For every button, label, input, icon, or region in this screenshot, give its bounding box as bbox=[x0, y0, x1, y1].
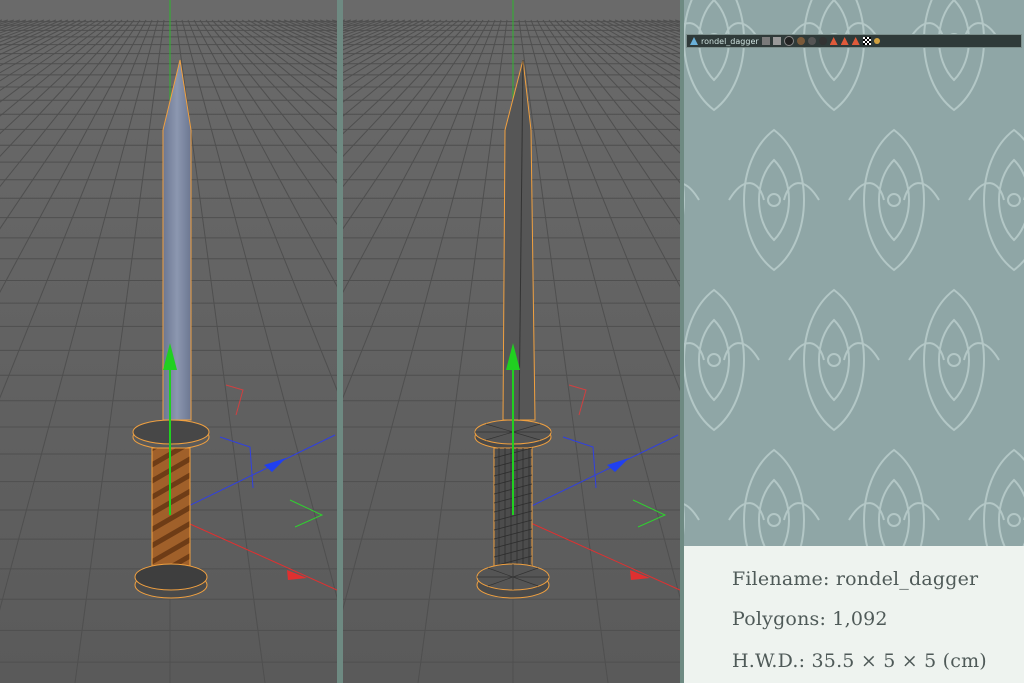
material-icon[interactable] bbox=[818, 37, 827, 45]
material-icon[interactable] bbox=[796, 37, 805, 45]
constraint-icon[interactable] bbox=[873, 38, 880, 44]
material-icon[interactable] bbox=[807, 37, 816, 45]
layer-icon[interactable] bbox=[761, 37, 770, 45]
viewport-wireframe[interactable] bbox=[343, 0, 680, 683]
viewport-textured[interactable] bbox=[0, 0, 337, 683]
viewport-scene-wireframe[interactable] bbox=[343, 0, 680, 683]
texture-tag-icon[interactable] bbox=[862, 37, 871, 45]
model-info-card: Filename: rondel_dagger Polygons: 1,092 … bbox=[684, 546, 1024, 683]
filename-label: Filename: rondel_dagger bbox=[732, 568, 979, 590]
object-name[interactable]: rondel_dagger bbox=[701, 37, 759, 46]
polygons-label: Polygons: 1,092 bbox=[732, 608, 888, 630]
object-manager-row[interactable]: rondel_dagger bbox=[686, 34, 1022, 48]
tag-icon[interactable] bbox=[829, 37, 838, 45]
lock-icon[interactable] bbox=[772, 37, 781, 45]
viewport-scene-textured[interactable] bbox=[0, 0, 337, 683]
info-panel: rondel_dagger Filename: rondel_dagger Po… bbox=[684, 0, 1024, 683]
null-object-icon bbox=[690, 37, 698, 45]
dimensions-label: H.W.D.: 35.5 × 5 × 5 (cm) bbox=[732, 650, 987, 672]
display-sphere-icon[interactable] bbox=[783, 36, 794, 46]
tag-icon[interactable] bbox=[840, 37, 849, 45]
tag-icon[interactable] bbox=[851, 37, 860, 45]
damask-background bbox=[684, 0, 1024, 548]
